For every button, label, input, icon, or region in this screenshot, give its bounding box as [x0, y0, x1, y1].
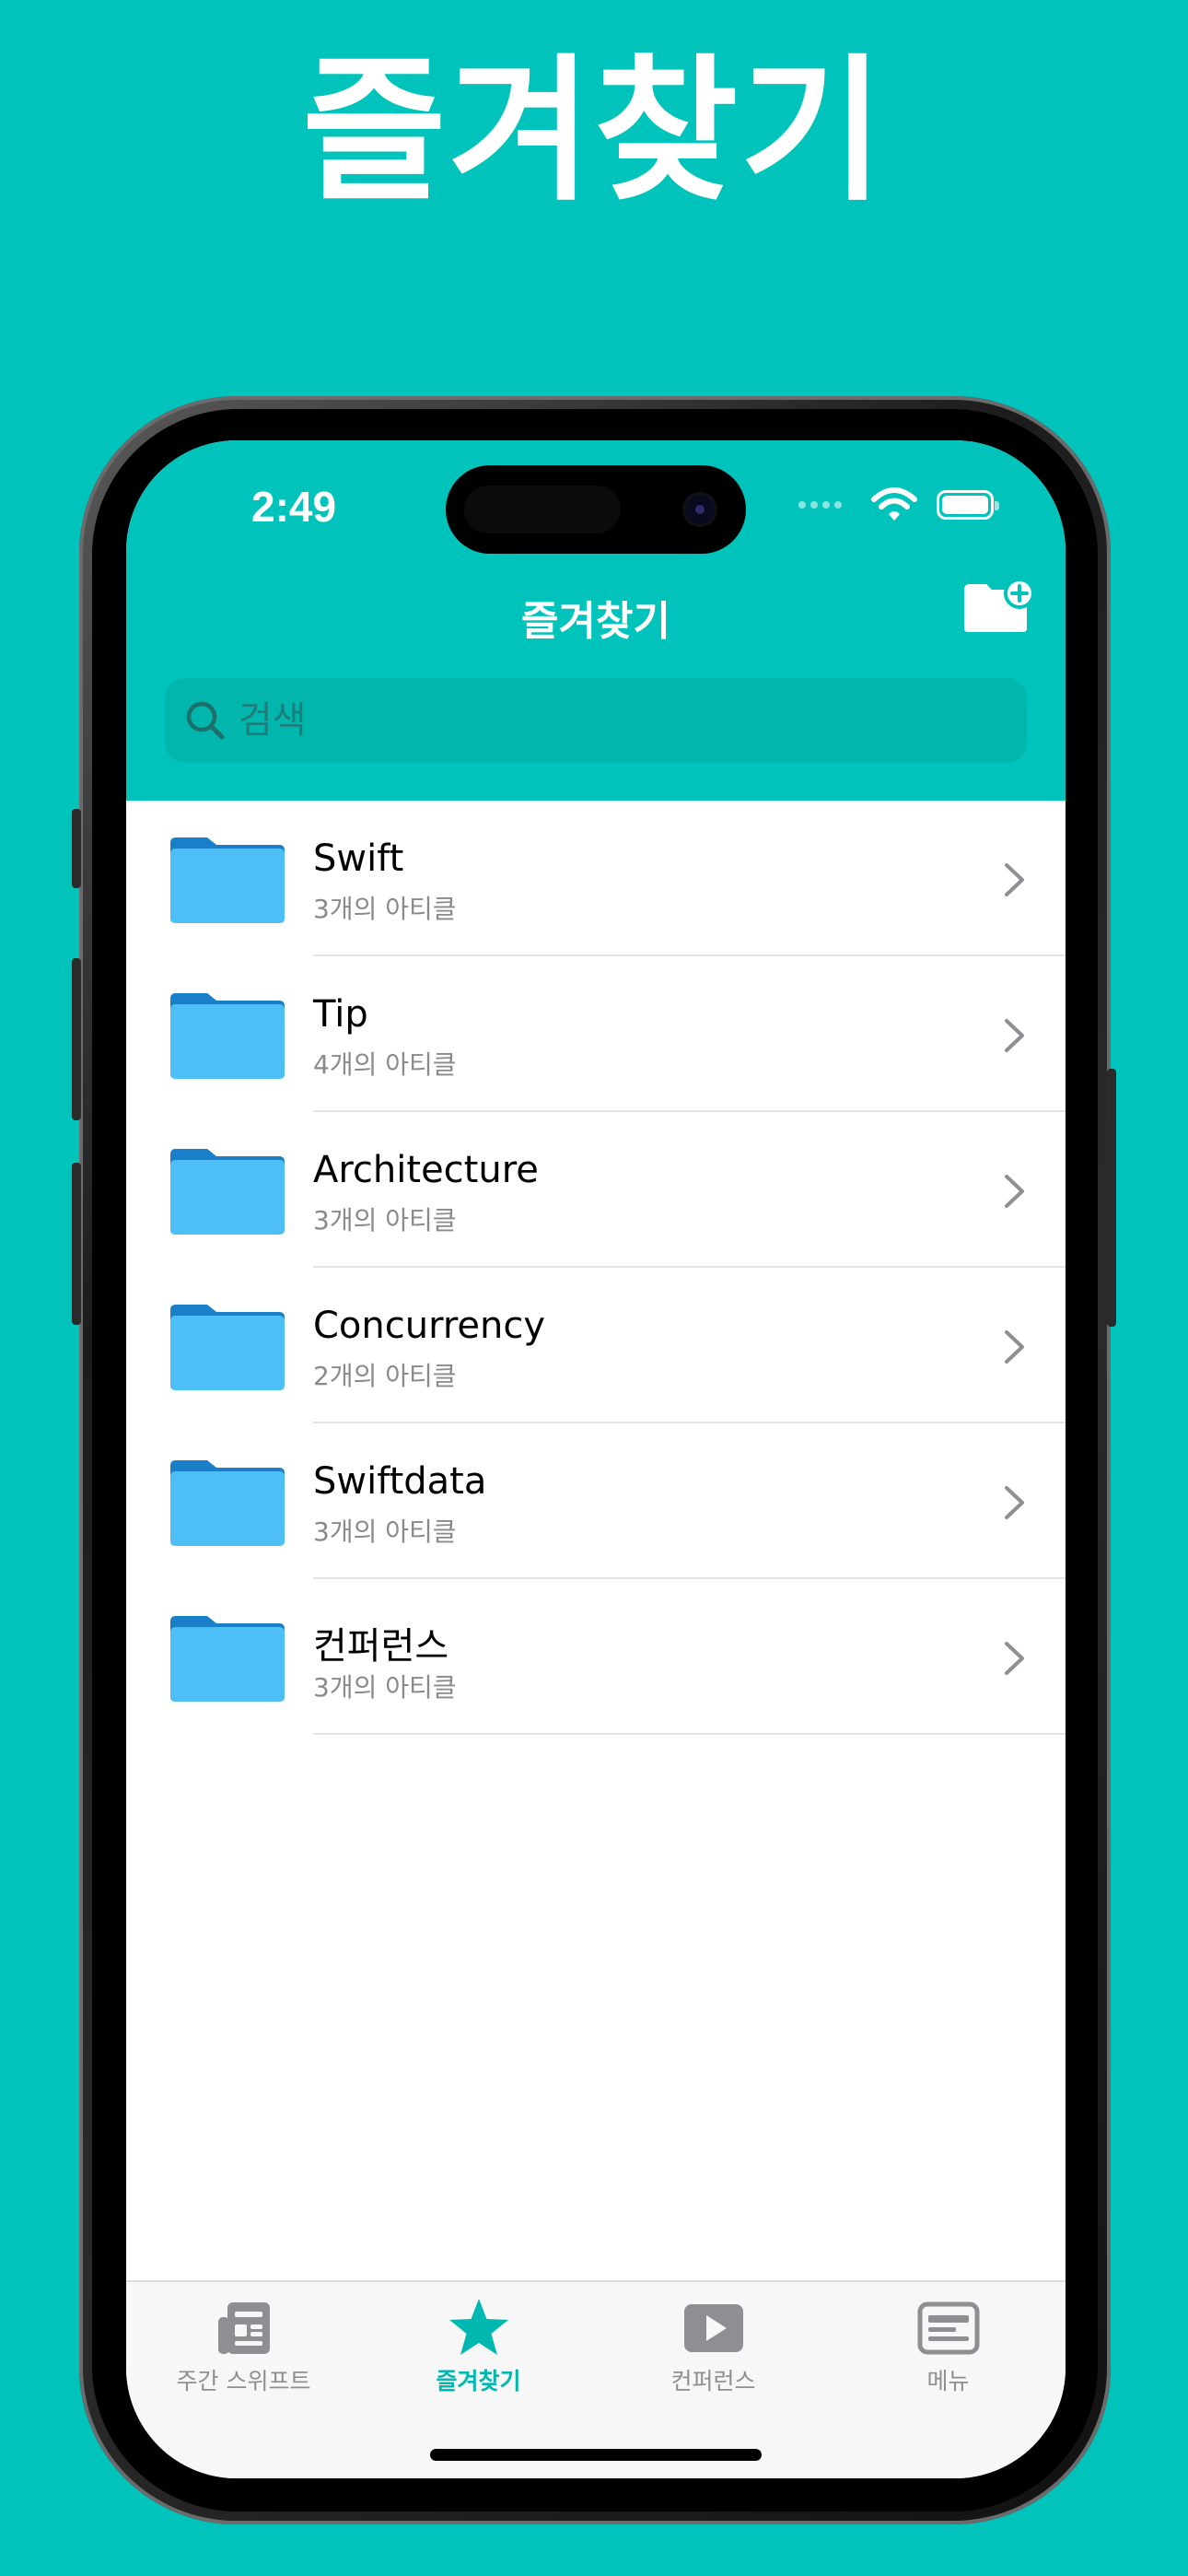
- folder-name: Swift: [313, 837, 404, 880]
- tab-label: 컨퍼런스: [670, 2368, 756, 2395]
- chevron-right-icon: [1005, 1019, 1024, 1052]
- chevron-right-icon: [1005, 1330, 1024, 1364]
- row-separator: [313, 1733, 1066, 1735]
- folder-name: Tip: [313, 993, 368, 1036]
- signal-icon: [798, 501, 842, 509]
- tab-label: 즐겨찾기: [436, 2368, 521, 2395]
- folder-article-count: 3개의 아티클: [313, 1672, 457, 1703]
- chevron-right-icon: [1005, 1175, 1024, 1208]
- nav-title: 즐겨찾기: [521, 598, 670, 645]
- newspaper-icon: [213, 2297, 275, 2359]
- search-input[interactable]: [239, 678, 994, 763]
- folder-row[interactable]: Concurrency 2개의 아티클: [126, 1268, 1066, 1423]
- side-button: [72, 958, 81, 1120]
- folder-article-count: 3개의 아티클: [313, 1205, 457, 1235]
- folder-row[interactable]: Tip 4개의 아티클: [126, 956, 1066, 1112]
- promo-title: 즐겨찾기: [302, 41, 886, 223]
- menu-card-icon: [917, 2297, 980, 2359]
- side-button: [72, 1163, 81, 1325]
- tab-weekly-swift[interactable]: 주간 스위프트: [126, 2282, 361, 2402]
- tab-label: 주간 스위프트: [176, 2368, 311, 2395]
- tab-conference[interactable]: 컨퍼런스: [596, 2282, 831, 2402]
- folder-icon: [170, 837, 285, 923]
- status-indicators: [798, 487, 1019, 525]
- folder-article-count: 2개의 아티클: [313, 1361, 457, 1391]
- search-icon: [186, 701, 225, 740]
- folder-row[interactable]: Swiftdata 3개의 아티클: [126, 1423, 1066, 1579]
- folder-plus-icon[interactable]: [962, 577, 1036, 636]
- app-screen: 2:49 즐겨찾기 Swift 3개의 아티클: [126, 440, 1066, 2478]
- tab-menu[interactable]: 메뉴: [831, 2282, 1066, 2402]
- folder-article-count: 4개의 아티클: [313, 1049, 457, 1080]
- side-button: [1107, 1069, 1116, 1327]
- battery-icon: [937, 490, 999, 520]
- island-sensor: [464, 486, 621, 533]
- folder-icon: [170, 1460, 285, 1546]
- camera-icon: [685, 495, 715, 524]
- folder-article-count: 3개의 아티클: [313, 894, 457, 924]
- folder-row[interactable]: Swift 3개의 아티클: [126, 801, 1066, 956]
- folder-name: Concurrency: [313, 1305, 546, 1347]
- tab-label: 메뉴: [926, 2368, 970, 2395]
- folder-name: Swiftdata: [313, 1460, 487, 1503]
- play-icon: [682, 2297, 745, 2359]
- chevron-right-icon: [1005, 863, 1024, 896]
- star-icon: [448, 2297, 510, 2359]
- folder-name: Architecture: [313, 1149, 539, 1191]
- folder-article-count: 3개의 아티클: [313, 1516, 457, 1547]
- folder-icon: [170, 1616, 285, 1702]
- chevron-right-icon: [1005, 1486, 1024, 1519]
- folder-row[interactable]: Architecture 3개의 아티클: [126, 1112, 1066, 1268]
- chevron-right-icon: [1005, 1642, 1024, 1675]
- folder-icon: [170, 1305, 285, 1390]
- tab-favorites[interactable]: 즐겨찾기: [361, 2282, 596, 2402]
- home-indicator[interactable]: [430, 2449, 762, 2461]
- folder-row[interactable]: 컨퍼런스 3개의 아티클: [126, 1579, 1066, 1735]
- folder-icon: [170, 993, 285, 1079]
- folder-name: 컨퍼런스: [313, 1625, 449, 1668]
- wifi-icon: [871, 487, 917, 521]
- status-time: 2:49: [251, 483, 337, 531]
- search-bar[interactable]: [165, 678, 1027, 763]
- dynamic-island: [446, 465, 746, 554]
- side-button: [72, 809, 81, 888]
- folder-list: Swift 3개의 아티클 Tip 4개의 아티클 Architecture 3…: [126, 801, 1066, 1735]
- folder-icon: [170, 1149, 285, 1235]
